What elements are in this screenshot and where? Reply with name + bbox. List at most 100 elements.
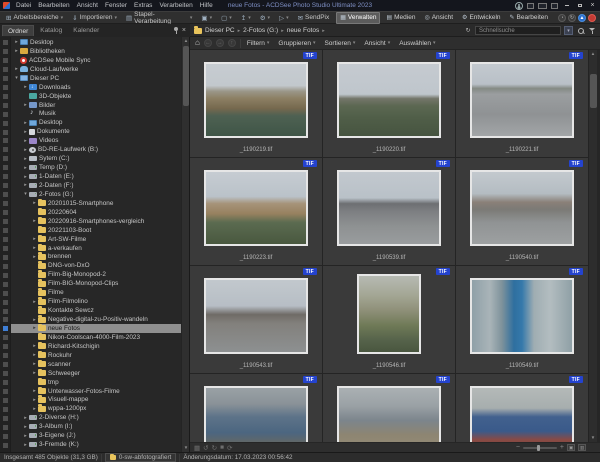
tree-checkbox[interactable]: [3, 407, 8, 412]
tree-item-bd-re-laufwerk-b-[interactable]: ▸BD-RE-Laufwerk (B:): [11, 145, 182, 154]
chevron-right-icon[interactable]: ▸: [31, 245, 38, 251]
tree-item-acdsee-mobile-sync[interactable]: ACDSee Mobile Sync: [11, 56, 182, 65]
breadcrumb-item[interactable]: neue Fotos: [287, 27, 320, 34]
tree-checkbox[interactable]: [3, 255, 8, 260]
tree-checkbox[interactable]: [3, 103, 8, 108]
fit-image-icon[interactable]: ▣: [567, 444, 575, 451]
tree-checkbox[interactable]: [3, 282, 8, 287]
thumbnail-cell[interactable]: TIF_1190543.tif: [190, 266, 322, 373]
chevron-right-icon[interactable]: ▸: [31, 397, 38, 403]
chevron-right-icon[interactable]: ▸: [22, 182, 29, 188]
sync-icon[interactable]: ↻: [568, 14, 576, 22]
scrollbar-thumb[interactable]: [590, 74, 597, 108]
tree-checkbox[interactable]: [3, 309, 8, 314]
toolbar-tools-button[interactable]: ⚙▾: [258, 13, 272, 23]
refresh-icon[interactable]: ⟳: [227, 444, 232, 452]
chevron-right-icon[interactable]: ▸: [13, 39, 20, 45]
chevron-right-icon[interactable]: ▸: [31, 361, 38, 367]
menu-bearbeiten[interactable]: Bearbeiten: [38, 2, 69, 9]
redo-icon[interactable]: ↻: [212, 444, 217, 452]
tree-checkbox[interactable]: [3, 121, 8, 126]
filter-funnel-icon[interactable]: [588, 27, 596, 35]
chevron-right-icon[interactable]: ▸: [31, 236, 38, 242]
thumbnail-cell[interactable]: TIF_1190223.tif: [190, 158, 322, 265]
tree-item-sytem-c-[interactable]: ▸Sytem (C:): [11, 154, 182, 163]
tree-checkbox[interactable]: [3, 434, 8, 439]
chevron-right-icon[interactable]: ▸: [22, 415, 29, 421]
pin-icon[interactable]: [173, 27, 179, 35]
close-button[interactable]: ×: [588, 2, 597, 10]
tree-item-musik[interactable]: Musik: [11, 110, 182, 119]
tree-checkbox[interactable]: [3, 246, 8, 251]
mode-bearbeiten[interactable]: ✎Bearbeiten: [507, 13, 551, 23]
tree-item-desktop[interactable]: ▸Desktop: [11, 38, 182, 47]
chevron-right-icon[interactable]: ▸: [31, 388, 38, 394]
chevron-right-icon[interactable]: ▸: [22, 156, 29, 162]
status-folder-chip[interactable]: 0-sw-abfotografiert: [105, 453, 177, 462]
thumbnail-image[interactable]: [470, 170, 574, 246]
tree-checkbox[interactable]: [3, 353, 8, 358]
tree-item-tmp[interactable]: tmp: [11, 378, 182, 387]
tree-checkbox[interactable]: [3, 174, 8, 179]
scroll-down-icon[interactable]: ▼: [589, 434, 597, 442]
scroll-down-icon[interactable]: ▼: [182, 444, 190, 452]
chevron-right-icon[interactable]: ▸: [31, 406, 38, 412]
thumbnail-cell[interactable]: TIF_1190221.tif: [456, 50, 588, 157]
tree-checkbox[interactable]: [3, 49, 8, 54]
nav-menu-gruppieren[interactable]: Gruppieren▾: [276, 40, 317, 47]
pane-layout-right-icon[interactable]: [551, 3, 558, 9]
thumbnail-image[interactable]: [204, 62, 308, 138]
tree-item-richard-kitschigin[interactable]: ▸Richard-Kitschigin: [11, 342, 182, 351]
tree-item-rockuhr[interactable]: ▸Rockuhr: [11, 351, 182, 360]
thumbnail-image[interactable]: [337, 170, 441, 246]
tree-checkbox[interactable]: [3, 362, 8, 367]
thumbnail-cell[interactable]: TIF_1190549.tif: [456, 266, 588, 373]
chevron-right-icon[interactable]: ▸: [31, 254, 38, 260]
tree-checkbox[interactable]: [3, 398, 8, 403]
tree-item-3-eigene-j-[interactable]: ▸3-Eigene (J:): [11, 431, 182, 440]
mode-entwickeln[interactable]: ⚙Entwickeln: [459, 13, 503, 23]
mode-ansicht[interactable]: ◎Ansicht: [421, 13, 456, 23]
user-account-icon[interactable]: [515, 2, 523, 10]
chevron-right-icon[interactable]: ▸: [22, 84, 29, 90]
zoom-slider[interactable]: [523, 447, 557, 449]
tree-item-bilder[interactable]: ▸Bilder: [11, 101, 182, 110]
tree-item-dng-von-dxo[interactable]: DNG-von-DxO: [11, 261, 182, 270]
chevron-down-icon[interactable]: ▾: [13, 75, 20, 81]
toolbar-slideshow-button[interactable]: ▢▾: [219, 13, 234, 23]
tree-checkbox[interactable]: [3, 219, 8, 224]
scrollbar-thumb[interactable]: [183, 46, 189, 106]
nav-menu-sortieren[interactable]: Sortieren▾: [322, 40, 357, 47]
tree-checkbox[interactable]: [3, 58, 8, 63]
nav-menu-filtern[interactable]: Filtern▾: [245, 40, 272, 47]
zoom-out-icon[interactable]: −: [516, 445, 520, 451]
chevron-right-icon[interactable]: ▸: [22, 138, 29, 144]
tree-item-3-album-i-[interactable]: ▸3-Album (I:): [11, 422, 182, 431]
thumbnail-cell[interactable]: TIF_1190546.tif: [323, 266, 455, 373]
tree-item-1-daten-e-[interactable]: ▸1-Daten (E:): [11, 172, 182, 181]
chevron-right-icon[interactable]: ▸: [22, 424, 29, 430]
tree-item-film-big-monopod-clips[interactable]: Film-BIG-Monopod-Clips: [11, 279, 182, 288]
tree-checkbox[interactable]: [3, 165, 8, 170]
tree-item-3-fremde-k-[interactable]: ▸3-Fremde (K:): [11, 440, 182, 449]
thumbnail-image[interactable]: [337, 386, 441, 442]
tree-item-20201015-smartphone[interactable]: ▸20201015-Smartphone: [11, 199, 182, 208]
tree-checkbox[interactable]: [3, 371, 8, 376]
chevron-right-icon[interactable]: ▸: [31, 218, 38, 224]
chevron-right-icon[interactable]: ▸: [13, 66, 20, 72]
thumbnail-image[interactable]: [204, 278, 308, 354]
tree-item-2-diverse-h-[interactable]: ▸2-Diverse (H:): [11, 413, 182, 422]
home-icon[interactable]: ⌂: [195, 38, 200, 48]
tree-item-cloud-laufwerke[interactable]: ▸Cloud-Laufwerke: [11, 65, 182, 74]
scroll-up-icon[interactable]: ▲: [182, 37, 190, 45]
tree-item-visuell-mappe[interactable]: ▸Visuell-mappe: [11, 396, 182, 405]
tree-checkbox[interactable]: [3, 210, 8, 215]
history-icon[interactable]: ◔: [558, 14, 566, 22]
thumbnail-cell[interactable]: TIF: [323, 374, 455, 442]
tree-item-scanner[interactable]: ▸scanner: [11, 360, 182, 369]
tree-item-brennen[interactable]: ▸brennen: [11, 253, 182, 262]
menu-hilfe[interactable]: Hilfe: [200, 2, 213, 9]
tree-checkbox[interactable]: [3, 147, 8, 152]
tree-checkbox[interactable]: [3, 317, 8, 322]
grid-scrollbar[interactable]: ▲ ▼: [588, 50, 597, 442]
